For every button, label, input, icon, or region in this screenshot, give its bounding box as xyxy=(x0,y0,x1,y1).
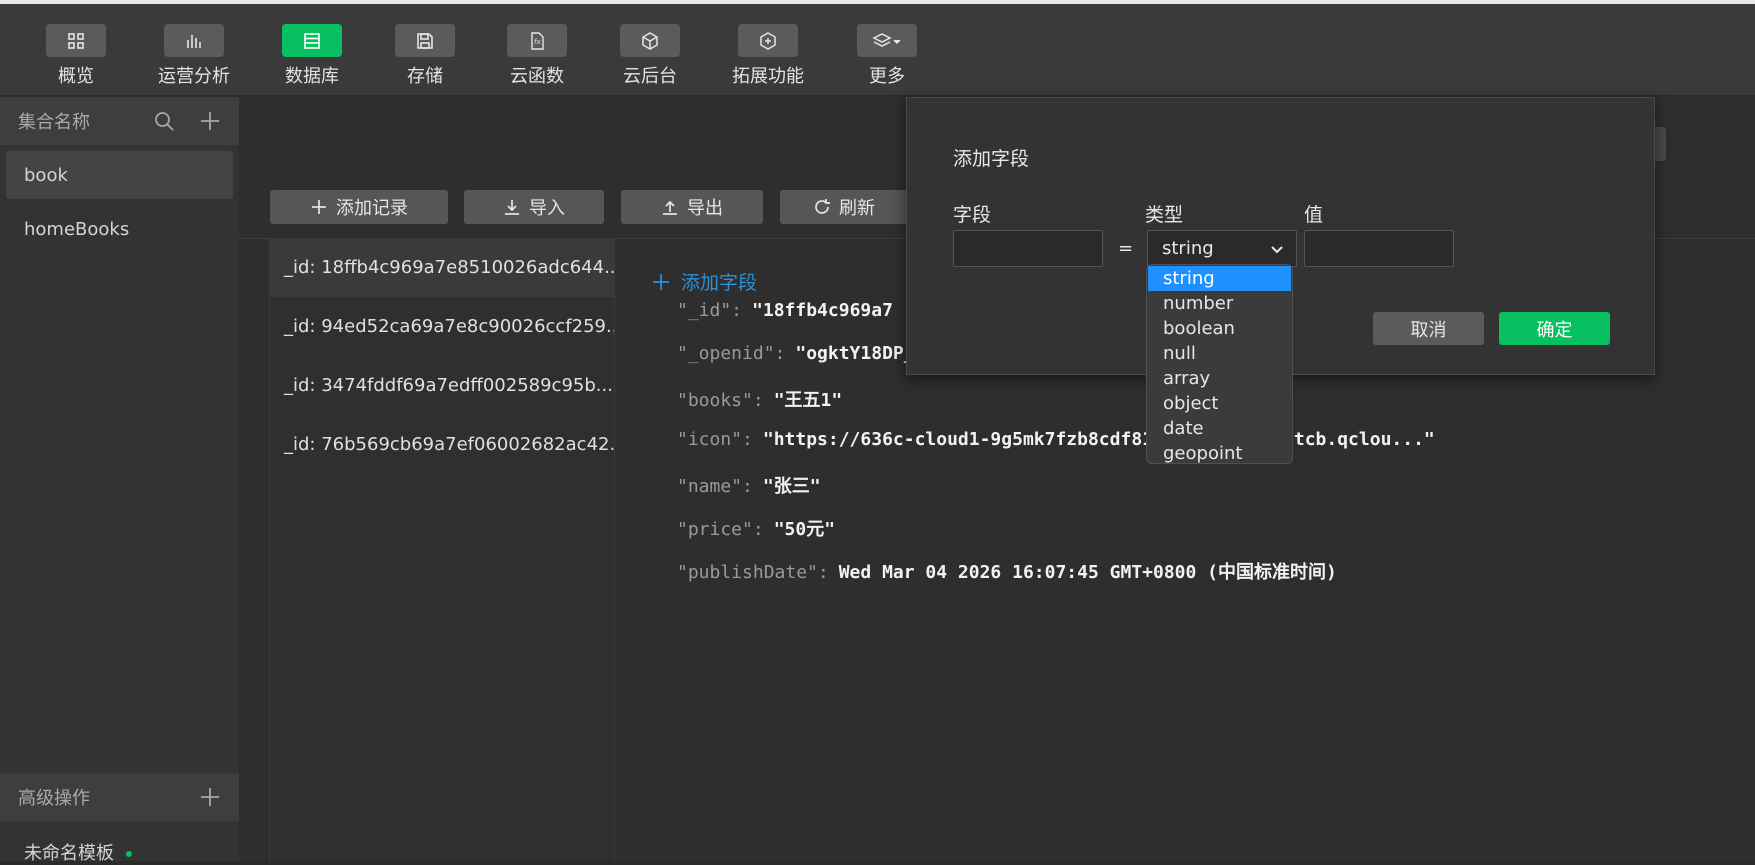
import-label: 导入 xyxy=(529,198,565,219)
toolbar-more-label: 更多 xyxy=(869,66,905,87)
type-option-object[interactable]: object xyxy=(1148,391,1291,416)
type-option-null[interactable]: null xyxy=(1148,341,1291,366)
cancel-button[interactable]: 取消 xyxy=(1373,312,1484,345)
advanced-ops-title: 高级操作 xyxy=(18,788,90,809)
toolbar-cloud-functions-label: 云函数 xyxy=(510,66,564,87)
toolbar-storage-label: 存储 xyxy=(407,66,443,87)
toolbar-analytics[interactable]: 运营分析 xyxy=(139,24,249,88)
search-icon[interactable] xyxy=(153,110,175,132)
field-value: "50元" xyxy=(773,519,836,540)
record-list: _id: 18ffb4c969a7e8510026adc644... _id: … xyxy=(269,238,615,861)
template-item[interactable]: 未命名模板 xyxy=(24,839,132,865)
field-value-label: 值 xyxy=(1304,204,1324,226)
toolbar-extensions-label: 拓展功能 xyxy=(732,66,804,87)
database-icon xyxy=(282,24,342,57)
export-label: 导出 xyxy=(687,198,723,219)
collection-sidebar: 集合名称 book homeBooks 高级操作 未命名模板 xyxy=(0,97,239,864)
field-type-select[interactable]: string xyxy=(1147,230,1297,267)
toolbar-cloud-admin[interactable]: 云后台 xyxy=(595,24,705,88)
field-type-label: 类型 xyxy=(1145,204,1184,226)
toolbar-extensions[interactable]: 拓展功能 xyxy=(713,24,823,88)
field-row[interactable]: "price": "50元" xyxy=(677,515,835,541)
plus-icon xyxy=(653,273,669,290)
record-item[interactable]: _id: 94ed52ca69a7e8c90026ccf259... xyxy=(270,297,614,356)
save-icon xyxy=(395,24,455,57)
refresh-label: 刷新 xyxy=(839,198,875,219)
add-template-icon[interactable] xyxy=(199,786,221,808)
type-option-array[interactable]: array xyxy=(1148,366,1291,391)
field-value: "王五1" xyxy=(773,390,843,411)
add-collection-icon[interactable] xyxy=(199,110,221,132)
field-key: "books": xyxy=(677,390,764,411)
collection-header-title: 集合名称 xyxy=(18,112,90,133)
field-value: "https://636c-cloud1-9g5mk7fzb8cdf819-14… xyxy=(762,429,1435,450)
function-icon: fx xyxy=(507,24,567,57)
field-key: "name": xyxy=(677,476,753,497)
cube-icon xyxy=(620,24,680,57)
field-row[interactable]: "_id": "18ffb4c969a7 xyxy=(677,300,893,321)
toolbar-analytics-label: 运营分析 xyxy=(158,66,230,87)
toolbar-more[interactable]: 更多 xyxy=(832,24,942,88)
type-option-boolean[interactable]: boolean xyxy=(1148,316,1291,341)
field-key: "icon": xyxy=(677,429,753,450)
svg-text:fx: fx xyxy=(534,38,541,46)
upload-icon xyxy=(663,200,677,215)
type-dropdown: string number boolean null array object … xyxy=(1146,264,1293,464)
toolbar-overview[interactable]: 概览 xyxy=(21,24,131,88)
plus-icon xyxy=(312,200,326,214)
field-row[interactable]: "publishDate": Wed Mar 04 2026 16:07:45 G… xyxy=(677,558,1337,584)
add-record-button[interactable]: 添加记录 xyxy=(270,190,448,224)
field-row[interactable]: "icon": "https://636c-cloud1-9g5mk7fzb8cd… xyxy=(677,429,1435,450)
collection-item-book[interactable]: book xyxy=(6,151,233,199)
field-value-input[interactable] xyxy=(1304,230,1454,267)
selected-type: string xyxy=(1162,238,1214,259)
type-option-geopoint[interactable]: geopoint xyxy=(1148,441,1291,466)
toolbar-cloud-functions[interactable]: fx 云函数 xyxy=(482,24,592,88)
field-key: "price": xyxy=(677,519,764,540)
equals-sign: = xyxy=(1118,238,1134,259)
field-name-label: 字段 xyxy=(953,204,992,226)
advanced-ops-header: 高级操作 xyxy=(0,773,239,821)
field-value: "张三" xyxy=(762,476,821,497)
layers-icon xyxy=(857,24,917,57)
collection-header: 集合名称 xyxy=(0,97,239,145)
toolbar-overview-label: 概览 xyxy=(58,66,94,87)
add-field-label: 添加字段 xyxy=(681,272,758,294)
type-option-string[interactable]: string xyxy=(1148,266,1291,291)
chevron-down-icon xyxy=(1271,246,1283,254)
field-value: Wed Mar 04 2026 16:07:45 GMT+0800 (中国标准时… xyxy=(838,562,1337,583)
field-name-input[interactable] xyxy=(953,230,1103,267)
toolbar-database-label: 数据库 xyxy=(285,66,339,87)
download-icon xyxy=(505,200,519,215)
refresh-button[interactable]: 刷新 xyxy=(780,190,908,224)
record-item[interactable]: _id: 3474fddf69a7edff002589c95b... xyxy=(270,356,614,415)
field-row[interactable]: "books": "王五1" xyxy=(677,386,842,412)
main-toolbar: 概览 运营分析 数据库 存储 fx 云函数 云后台 拓展功能 更多 xyxy=(0,4,1755,96)
export-button[interactable]: 导出 xyxy=(621,190,763,224)
import-button[interactable]: 导入 xyxy=(464,190,604,224)
field-key: "publishDate": xyxy=(677,562,829,583)
toolbar-database[interactable]: 数据库 xyxy=(257,24,367,88)
field-key: "_openid": xyxy=(677,343,786,364)
record-item[interactable]: _id: 18ffb4c969a7e8510026adc644... xyxy=(270,238,614,297)
toolbar-storage[interactable]: 存储 xyxy=(370,24,480,88)
bar-chart-icon xyxy=(164,24,224,57)
type-option-number[interactable]: number xyxy=(1148,291,1291,316)
dialog-title: 添加字段 xyxy=(953,148,1030,170)
status-dot xyxy=(126,851,132,857)
confirm-button[interactable]: 确定 xyxy=(1499,312,1610,345)
field-row[interactable]: "name": "张三" xyxy=(677,472,821,498)
field-value: "18ffb4c969a7 xyxy=(752,300,893,321)
collection-item-homebooks[interactable]: homeBooks xyxy=(6,205,233,253)
extension-icon xyxy=(738,24,798,57)
toolbar-cloud-admin-label: 云后台 xyxy=(623,66,677,87)
type-option-date[interactable]: date xyxy=(1148,416,1291,441)
refresh-icon xyxy=(815,199,830,214)
grid-icon xyxy=(46,24,106,57)
add-record-label: 添加记录 xyxy=(336,198,408,219)
field-key: "_id": xyxy=(677,300,743,321)
record-item[interactable]: _id: 76b569cb69a7ef06002682ac42... xyxy=(270,415,614,474)
add-field-link[interactable]: 添加字段 xyxy=(651,268,757,295)
